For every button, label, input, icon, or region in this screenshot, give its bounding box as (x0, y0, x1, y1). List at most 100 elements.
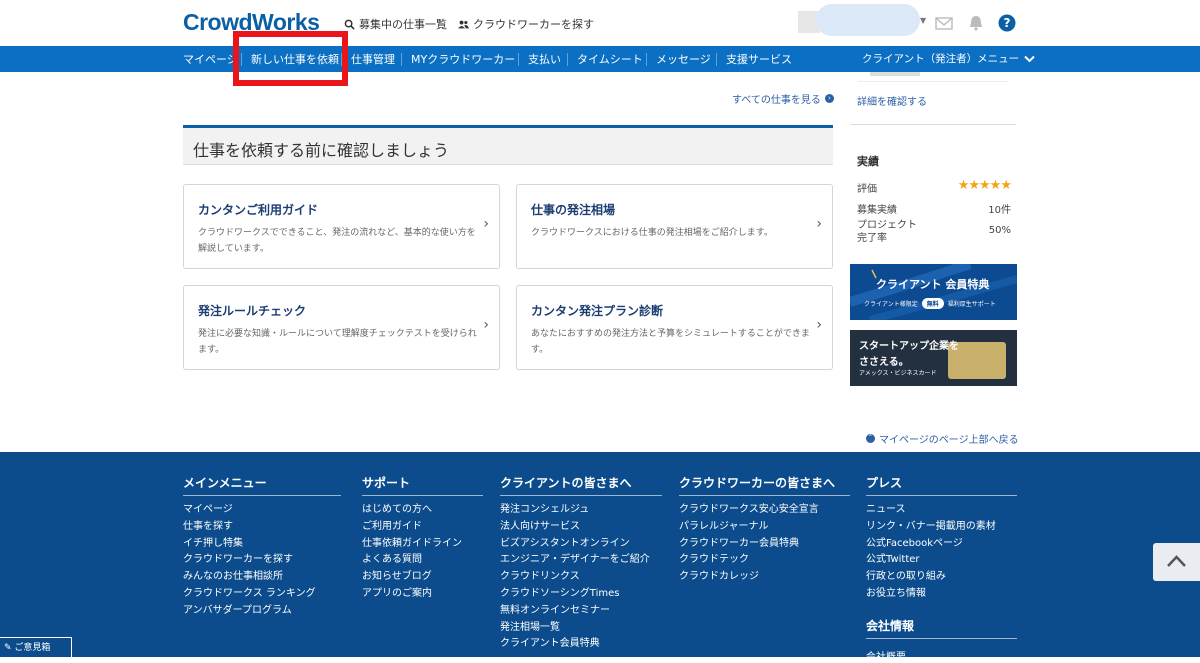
search-icon (344, 19, 355, 30)
nav-timesheet[interactable]: タイムシート (577, 46, 643, 72)
footer-link[interactable]: 発注相場一覧 (500, 620, 650, 637)
footer-link[interactable]: クラウドワークス ランキング (183, 586, 316, 603)
nav-divider (567, 53, 568, 66)
chevron-up-icon (1167, 555, 1186, 567)
client-menu[interactable]: クライアント（発注者）メニュー (862, 46, 1035, 72)
footer-col-title: メインメニュー (183, 474, 341, 496)
divider (850, 124, 1016, 125)
footer-link[interactable]: リンク・バナー掲載用の素材 (866, 519, 996, 536)
star-rating: ★★★★★ (957, 178, 1012, 193)
client-benefit-banner[interactable]: クライアント 会員特典 クライアント様限定 無料 福利厚生サポート (850, 264, 1017, 320)
amex-banner[interactable]: スタートアップ企業を ささえる。 アメックス・ビジネスカード (850, 330, 1017, 386)
footer-link[interactable]: お役立ち情報 (866, 586, 996, 603)
chevron-right-icon: › (816, 216, 822, 232)
card-description: クラウドワークスにおける仕事の発注相場をご紹介します。 (531, 228, 773, 238)
users-icon (458, 20, 469, 28)
footer-link[interactable]: 公式Facebookページ (866, 536, 996, 553)
banner-sub1: クライアント様限定 (864, 301, 918, 308)
footer-link[interactable]: イチ押し特集 (183, 536, 316, 553)
footer-support: はじめての方へ ご利用ガイド 仕事依頼ガイドライン よくある質問 お知らせブログ… (362, 502, 462, 603)
footer-link[interactable]: お知らせブログ (362, 569, 462, 586)
help-icon[interactable]: ? (998, 14, 1016, 32)
nav-payment[interactable]: 支払い (528, 46, 561, 72)
completion-label-2: 完了率 (857, 233, 887, 244)
all-jobs-label: すべての仕事を見る (732, 95, 821, 106)
footer-link[interactable]: ご利用ガイド (362, 519, 462, 536)
nav-job-management[interactable]: 仕事管理 (351, 46, 395, 72)
guide-card[interactable]: カンタンご利用ガイド クラウドワークスでできること、発注の流れなど、基本的な使い… (183, 184, 500, 269)
nav-divider (646, 53, 647, 66)
footer-link[interactable]: 会社概要 (866, 648, 906, 663)
nav-new-job-request[interactable]: 新しい仕事を依頼 (251, 46, 339, 72)
find-workers-link[interactable]: クラウドワーカーを探す (458, 16, 594, 32)
footer-link[interactable]: 法人向けサービス (500, 519, 650, 536)
footer-link[interactable]: クラウドカレッジ (679, 569, 819, 586)
footer-link[interactable]: クラウドソーシングTimes (500, 586, 650, 603)
price-range-card[interactable]: 仕事の発注相場 クラウドワークスにおける仕事の発注相場をご紹介します。 › (516, 184, 833, 269)
footer-link[interactable]: アプリのご案内 (362, 586, 462, 603)
card-title: カンタン発注プラン診断 (531, 304, 664, 318)
nav-divider (341, 53, 342, 66)
footer-link[interactable]: 行政との取り組み (866, 569, 996, 586)
footer-col-title: 会社情報 (866, 617, 1017, 639)
nav-support-services[interactable]: 支援サービス (726, 46, 792, 72)
banner-subtitle: クライアント様限定 無料 福利厚生サポート (864, 298, 996, 309)
rating-label: 評価 (857, 184, 877, 195)
footer-link[interactable]: マイページ (183, 502, 316, 519)
recruit-value: 10件 (988, 205, 1011, 216)
footer-link[interactable]: パラレルジャーナル (679, 519, 819, 536)
bell-icon[interactable] (967, 14, 985, 32)
footer-link[interactable]: はじめての方へ (362, 502, 462, 519)
nav-my-workers[interactable]: MYクラウドワーカー (411, 46, 515, 72)
header: CrowdWorks 募集中の仕事一覧 クラウドワーカーを探す ▼ ? (0, 0, 1200, 46)
card-title: 仕事の発注相場 (531, 203, 616, 217)
footer-link[interactable]: ビズアシスタントオンライン (500, 536, 650, 553)
job-list-label: 募集中の仕事一覧 (359, 18, 447, 31)
footer-link[interactable]: クラウドテック (679, 552, 819, 569)
card-description: クラウドワークスでできること、発注の流れなど、基本的な使い方を解説しています。 (198, 228, 476, 254)
nav-mypage[interactable]: マイページ (183, 46, 238, 72)
banner-line3: アメックス・ビジネスカード (859, 370, 937, 377)
footer-link[interactable]: クライアント会員特典 (500, 636, 650, 653)
footer-link[interactable]: クラウドワーカー会員特典 (679, 536, 819, 553)
footer-press: ニュース リンク・バナー掲載用の素材 公式Facebookページ 公式Twitt… (866, 502, 996, 603)
view-details-link[interactable]: 詳細を確認する (857, 93, 927, 108)
footer-link[interactable]: 仕事依頼ガイドライン (362, 536, 462, 553)
feedback-label: ✎ ご意見箱 (4, 643, 51, 653)
footer-workers: クラウドワークス安心安全宣言 パラレルジャーナル クラウドワーカー会員特典 クラ… (679, 502, 819, 586)
back-to-top-link[interactable]: ˄ マイページのページ上部へ戻る (866, 431, 1019, 446)
footer-link[interactable]: エンジニア・デザイナーをご紹介 (500, 552, 650, 569)
nav-divider (401, 53, 402, 66)
footer-link[interactable]: みんなのお仕事相談所 (183, 569, 316, 586)
footer-link[interactable]: クラウドワークス安心安全宣言 (679, 502, 819, 519)
svg-text:?: ? (1004, 16, 1011, 30)
card-description: あなたにおすすめの発注方法と予算をシミュレートすることができます。 (531, 329, 810, 355)
footer-link[interactable]: ニュース (866, 502, 996, 519)
footer-link[interactable]: 公式Twitter (866, 552, 996, 569)
back-to-top-label: マイページのページ上部へ戻る (879, 435, 1019, 446)
footer-link[interactable]: クラウドリンクス (500, 569, 650, 586)
all-jobs-link[interactable]: すべての仕事を見る › (732, 91, 834, 106)
rule-check-card[interactable]: 発注ルールチェック 発注に必要な知識・ルールについて理解度チェックテストを受けら… (183, 285, 500, 370)
feedback-button[interactable]: ✎ ご意見箱 (0, 637, 72, 657)
nav-messages[interactable]: メッセージ (656, 46, 711, 72)
banner-sub2: 福利厚生サポート (947, 301, 996, 308)
account-name-redacted[interactable] (816, 4, 920, 36)
free-pill: 無料 (921, 298, 944, 309)
chevron-right-icon: › (816, 317, 822, 333)
footer-link[interactable]: 仕事を探す (183, 519, 316, 536)
nav-divider (241, 53, 242, 66)
mail-icon[interactable] (935, 14, 953, 32)
footer-link[interactable]: 発注コンシェルジュ (500, 502, 650, 519)
site-logo[interactable]: CrowdWorks (183, 9, 320, 36)
plan-diagnosis-card[interactable]: カンタン発注プラン診断 あなたにおすすめの発注方法と予算をシミュレートすることが… (516, 285, 833, 370)
footer-link[interactable]: よくある質問 (362, 552, 462, 569)
page-top-button[interactable] (1153, 543, 1200, 581)
recruit-row: 募集実績 10件 (857, 201, 1011, 216)
footer-link[interactable]: 無料オンラインセミナー (500, 603, 650, 620)
card-title: カンタンご利用ガイド (198, 203, 319, 217)
chevron-down-icon[interactable]: ▼ (920, 16, 926, 25)
footer-link[interactable]: クラウドワーカーを探す (183, 552, 316, 569)
footer-link[interactable]: アンバサダープログラム (183, 603, 316, 620)
job-list-link[interactable]: 募集中の仕事一覧 (344, 16, 447, 32)
